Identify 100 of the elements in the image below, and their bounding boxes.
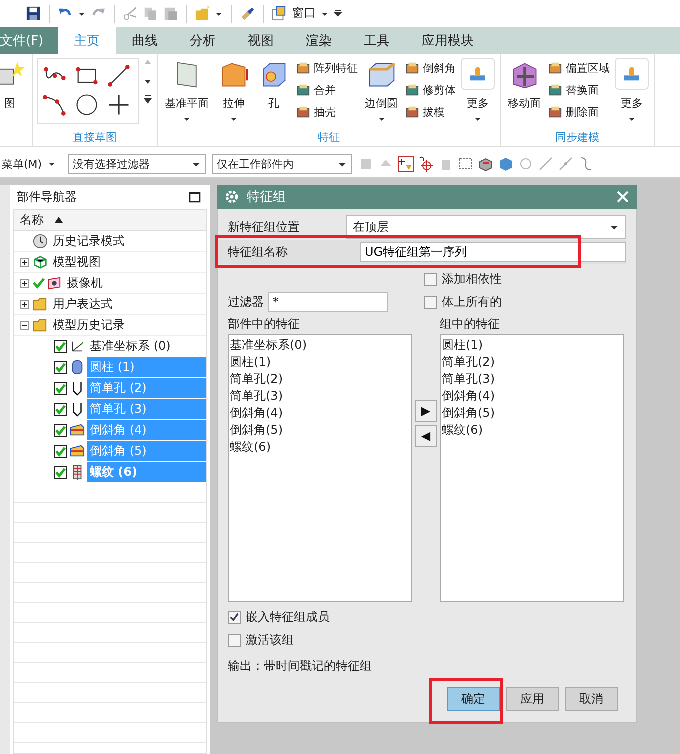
cylinder-icon — [70, 360, 85, 374]
cube-icon[interactable] — [498, 156, 514, 172]
caret-icon[interactable] — [230, 115, 238, 123]
feature-icon — [548, 104, 563, 120]
caret-icon[interactable] — [183, 115, 191, 123]
snap-icon[interactable] — [418, 156, 434, 172]
tree-item[interactable]: 基准坐标系 (0) — [87, 336, 206, 356]
ribbon-tab[interactable]: 曲线 — [116, 27, 174, 54]
window-icon[interactable] — [272, 6, 287, 21]
chamfer-icon — [70, 444, 85, 458]
list-item[interactable]: 简单孔(3) — [230, 388, 410, 405]
filter-dropdown[interactable]: 没有选择过滤器 — [68, 154, 206, 174]
list-item[interactable]: 基准坐标系(0) — [230, 337, 410, 354]
dialog-button[interactable]: 应用 — [506, 687, 559, 711]
scope-dropdown[interactable]: 仅在工作部件内 — [212, 154, 352, 174]
file-tab[interactable]: 文件(F) — [0, 27, 58, 54]
more-button[interactable]: 更多 — [460, 58, 496, 130]
solid-icon[interactable] — [478, 156, 494, 172]
checkbox[interactable] — [54, 340, 67, 352]
box-select-icon[interactable] — [458, 156, 474, 172]
ribbon-button[interactable]: 孔 — [256, 58, 292, 130]
checkbox[interactable] — [228, 611, 241, 624]
caret-icon[interactable] — [48, 160, 56, 168]
name-field[interactable]: UG特征组第一序列 — [360, 242, 626, 262]
feature-icon — [296, 82, 311, 98]
checkbox[interactable] — [424, 273, 437, 286]
filter-field[interactable]: * — [268, 292, 388, 312]
list-item[interactable]: 简单孔(3) — [442, 371, 622, 388]
checkbox[interactable] — [54, 402, 67, 416]
checkbox-label[interactable]: 添加相依性 — [442, 271, 502, 288]
window-menu[interactable]: 窗口 — [292, 5, 316, 22]
tree-item[interactable]: 模型历史记录 — [50, 315, 128, 335]
menu-button[interactable]: 菜单(M) — [0, 156, 42, 172]
list-item[interactable]: 简单孔(2) — [230, 371, 410, 388]
checkbox[interactable] — [54, 424, 67, 436]
list-item[interactable]: 圆柱(1) — [442, 337, 622, 354]
ribbon-tab[interactable]: 工具 — [348, 27, 406, 54]
ribbon-button[interactable]: 偏置区域 — [548, 58, 610, 78]
checkbox[interactable] — [54, 444, 67, 458]
caret-icon[interactable] — [378, 115, 386, 123]
checkbox[interactable] — [228, 634, 241, 647]
checkbox-label[interactable]: 激活该组 — [246, 632, 294, 649]
circle-icon[interactable] — [74, 92, 100, 118]
tree-item[interactable]: 模型视图 — [50, 252, 104, 272]
expand-icon[interactable] — [20, 278, 29, 288]
filter-icon[interactable] — [398, 156, 414, 172]
ribbon-button[interactable]: 阵列特征 — [296, 58, 358, 78]
dialog-button[interactable]: 取消 — [565, 687, 618, 711]
save-icon[interactable] — [26, 6, 41, 21]
hole-icon — [70, 402, 85, 416]
ribbon-button[interactable]: 抽壳 — [296, 102, 358, 122]
ribbon-button[interactable]: 边倒圆 — [362, 58, 401, 130]
list-item[interactable]: 螺纹(6) — [442, 422, 622, 439]
list-item[interactable]: 倒斜角(4) — [442, 388, 622, 405]
checkbox[interactable] — [54, 382, 67, 394]
brush-icon[interactable] — [240, 6, 255, 21]
ribbon-tab[interactable]: 渲染 — [290, 27, 348, 54]
tree-item[interactable]: 摄像机 — [64, 273, 106, 293]
ribbon-button[interactable]: 倒斜角 — [405, 58, 456, 78]
folder-icon — [33, 296, 48, 312]
checkbox[interactable] — [54, 360, 67, 374]
ribbon-tab[interactable]: 视图 — [232, 27, 290, 54]
checkbox[interactable] — [424, 296, 437, 309]
list-item[interactable]: 倒斜角(4) — [230, 405, 410, 422]
collapse-icon[interactable] — [20, 320, 29, 330]
list-item[interactable]: 简单孔(2) — [442, 354, 622, 371]
dialog-button[interactable]: 确定 — [447, 687, 500, 711]
tree-item[interactable]: 用户表达式 — [50, 294, 116, 314]
ribbon-button[interactable]: 修剪体 — [405, 80, 456, 100]
checkmark-icon — [33, 277, 45, 289]
remove-button[interactable]: ◀ — [415, 425, 437, 447]
ribbon-button[interactable]: 基准平面 — [162, 58, 212, 130]
add-button[interactable]: ▶ — [415, 400, 437, 422]
checkbox-label[interactable]: 嵌入特征组成员 — [246, 609, 330, 626]
more-button[interactable]: 更多 — [614, 58, 650, 130]
ribbon-tab[interactable]: 主页 — [58, 27, 116, 54]
expand-icon[interactable] — [20, 300, 29, 308]
ribbon-button[interactable]: 删除面 — [548, 102, 610, 122]
checkbox-label[interactable]: 体上所有的 — [442, 294, 502, 311]
line-icon[interactable] — [106, 63, 132, 89]
ribbon-button[interactable]: 合并 — [296, 80, 358, 100]
checkbox[interactable] — [54, 466, 67, 478]
list-item[interactable]: 倒斜角(5) — [442, 405, 622, 422]
list-item[interactable]: 倒斜角(5) — [230, 422, 410, 439]
close-icon[interactable] — [617, 191, 629, 203]
ribbon-button[interactable]: 拉伸 — [216, 58, 252, 130]
ribbon-button[interactable]: 拔模 — [405, 102, 456, 122]
list-item[interactable]: 螺纹(6) — [230, 439, 410, 456]
ribbon-button[interactable]: 移动面 — [505, 58, 544, 130]
list-item[interactable]: 圆柱(1) — [230, 354, 410, 371]
ribbon-button[interactable]: 替换面 — [548, 80, 610, 100]
field-label: 过滤器 — [228, 294, 265, 310]
expand-icon[interactable] — [20, 258, 29, 266]
maximize-icon[interactable] — [189, 191, 201, 203]
customize-icon[interactable] — [334, 10, 342, 18]
tree-item[interactable]: 历史记录模式 — [50, 231, 128, 251]
ribbon-button[interactable]: 图 — [0, 58, 28, 146]
ribbon-tab[interactable]: 分析 — [174, 27, 232, 54]
column-header[interactable]: 名称 — [14, 210, 206, 231]
ribbon-tab[interactable]: 应用模块 — [406, 27, 490, 54]
